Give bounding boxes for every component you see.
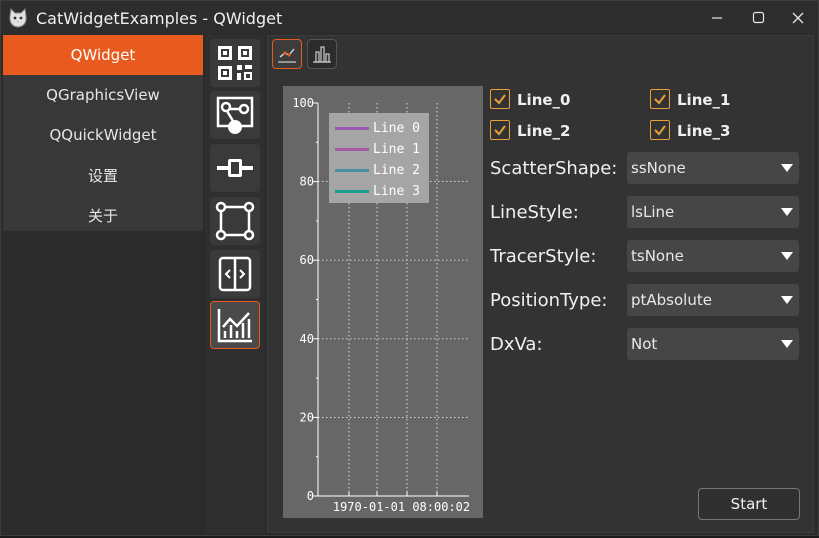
chevron-down-icon [781, 252, 793, 260]
dxva-select[interactable]: Not [627, 328, 799, 360]
y-axis-tick-label: 0 [307, 489, 314, 503]
line-0-label: Line_0 [517, 91, 571, 109]
bounding-box-icon [215, 201, 255, 241]
y-axis-tick-label: 20 [300, 410, 314, 424]
scatter-line-icon [278, 48, 296, 63]
title-bar: CatWidgetExamples - QWidget [1, 1, 818, 34]
line-chart-button[interactable] [210, 301, 260, 349]
minimize-button[interactable] [697, 1, 737, 34]
line-1-checkbox[interactable] [650, 89, 670, 109]
chevron-down-icon [781, 340, 793, 348]
chevron-down-icon [781, 164, 793, 172]
line-chart-icon [217, 309, 252, 343]
legend-swatch [335, 126, 369, 130]
y-axis-tick-label: 80 [300, 175, 314, 189]
line-3-label: Line_3 [677, 122, 731, 140]
close-button[interactable] [778, 1, 818, 34]
start-button[interactable]: Start [698, 488, 800, 520]
tracer-style-select[interactable]: tsNone [627, 240, 799, 272]
maximize-icon [752, 11, 764, 24]
scatter-shape-select[interactable]: ssNone [627, 152, 799, 184]
nav-item-qwidget[interactable]: QWidget [3, 35, 203, 75]
node-graph-button[interactable] [210, 91, 260, 139]
line-style-label: LineStyle: [490, 202, 579, 223]
position-type-label: PositionType: [490, 290, 608, 311]
checkmark-icon [654, 125, 666, 136]
line-1-label: Line_1 [677, 91, 731, 109]
close-icon [792, 12, 804, 23]
dxva-label: DxVa: [490, 334, 543, 355]
y-axis-tick-label: 40 [300, 332, 314, 346]
legend-label: Line 1 [373, 141, 420, 157]
nav-sidebar: QWidget QGraphicsView QQuickWidget 设置 关于 [3, 35, 203, 231]
nav-item-qquickwidget[interactable]: QQuickWidget [3, 115, 203, 155]
legend-item: Line 0 [335, 120, 420, 136]
legend-item: Line 1 [335, 141, 420, 157]
bounding-box-button[interactable] [210, 197, 260, 245]
legend-label: Line 3 [373, 183, 420, 199]
main-window: CatWidgetExamples - QWidget QWidget QGra… [0, 0, 819, 536]
position-type-value: ptAbsolute [631, 291, 712, 309]
line-style-value: lsLine [631, 203, 675, 221]
tab-line-chart[interactable] [272, 39, 302, 69]
plot-legend: Line 0 Line 1 Line 2 Line 3 [329, 113, 429, 203]
legend-swatch [335, 147, 369, 151]
legend-swatch [335, 168, 369, 172]
line-style-select[interactable]: lsLine [627, 196, 799, 228]
nav-item-qgraphicsview[interactable]: QGraphicsView [3, 75, 203, 115]
window-title: CatWidgetExamples - QWidget [36, 9, 283, 28]
tracer-style-label: TracerStyle: [490, 246, 597, 267]
maximize-button[interactable] [738, 1, 778, 34]
scatter-shape-value: ssNone [631, 159, 686, 177]
position-type-select[interactable]: ptAbsolute [627, 284, 799, 316]
line-2-label: Line_2 [517, 122, 571, 140]
bar-chart-icon [313, 46, 331, 63]
checkmark-icon [494, 94, 506, 105]
split-view-icon [218, 256, 252, 292]
slider-widget-button[interactable] [210, 144, 260, 192]
tab-bar-chart[interactable] [307, 39, 337, 69]
nav-sidebar-empty-area [3, 231, 203, 533]
dxva-value: Not [631, 335, 658, 353]
node-graph-icon [216, 96, 254, 134]
tracer-style-value: tsNone [631, 247, 684, 265]
legend-label: Line 2 [373, 162, 420, 178]
checkmark-icon [654, 94, 666, 105]
widget-icon-column [205, 35, 265, 533]
legend-item: Line 3 [335, 183, 420, 199]
line-2-checkbox[interactable] [490, 120, 510, 140]
y-axis-tick-label: 100 [292, 96, 314, 110]
chevron-down-icon [781, 296, 793, 304]
checkmark-icon [494, 125, 506, 136]
x-axis-tick-label: 1970-01-01 08:00:02 [333, 500, 470, 514]
legend-item: Line 2 [335, 162, 420, 178]
legend-label: Line 0 [373, 120, 420, 136]
slider-icon [217, 159, 253, 177]
chevron-down-icon [781, 208, 793, 216]
qr-code-icon [218, 46, 252, 80]
legend-swatch [335, 189, 369, 193]
nav-item-settings[interactable]: 设置 [3, 155, 203, 195]
line-3-checkbox[interactable] [650, 120, 670, 140]
nav-item-about[interactable]: 关于 [3, 195, 203, 235]
y-axis-tick-label: 60 [300, 253, 314, 267]
scatter-shape-label: ScatterShape: [490, 158, 618, 179]
split-view-button[interactable] [210, 250, 260, 298]
minimize-icon [712, 16, 722, 19]
line-0-checkbox[interactable] [490, 89, 510, 109]
qr-code-button[interactable] [210, 39, 260, 87]
cat-logo-icon [9, 7, 27, 28]
